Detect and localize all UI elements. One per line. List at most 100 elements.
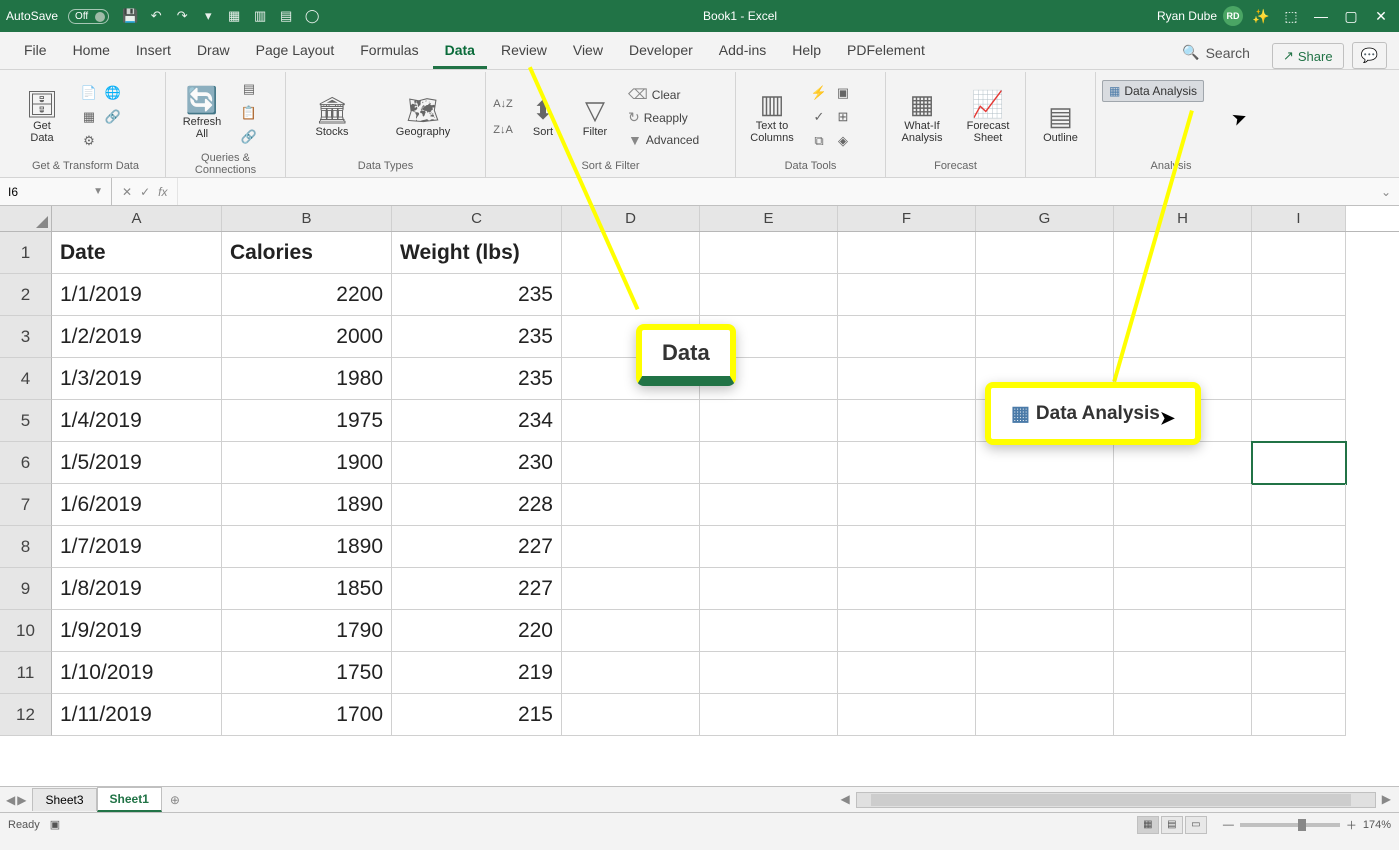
cell[interactable]: 1/7/2019 [52,526,222,568]
cell[interactable] [562,568,700,610]
cell[interactable] [1252,568,1346,610]
cell[interactable] [1114,484,1252,526]
ribbon-display-icon[interactable]: ⬚ [1279,4,1303,28]
cell[interactable] [1252,274,1346,316]
view-page-break-icon[interactable]: ▭ [1185,816,1207,834]
column-header[interactable]: E [700,206,838,231]
forecast-sheet-button[interactable]: 📈Forecast Sheet [958,78,1018,156]
tab-addins[interactable]: Add-ins [707,34,778,69]
cell[interactable] [700,610,838,652]
cell[interactable]: 1890 [222,484,392,526]
cell[interactable]: 234 [392,400,562,442]
cell[interactable] [976,316,1114,358]
cell[interactable] [1114,652,1252,694]
cell[interactable] [562,694,700,736]
cell[interactable] [1114,526,1252,568]
cell[interactable] [1114,610,1252,652]
view-page-layout-icon[interactable]: ▤ [1161,816,1183,834]
enter-icon[interactable]: ✓ [140,185,150,199]
cell[interactable]: 1/2/2019 [52,316,222,358]
expand-formula-icon[interactable]: ⌄ [1373,185,1399,199]
cell[interactable] [976,526,1114,568]
cell[interactable] [1252,358,1346,400]
row-header[interactable]: 6 [0,442,52,484]
cell[interactable]: 228 [392,484,562,526]
cell[interactable] [700,694,838,736]
cell[interactable]: 235 [392,358,562,400]
cell[interactable] [1252,316,1346,358]
relationships-icon[interactable]: ⧉ [808,130,830,152]
row-header[interactable]: 10 [0,610,52,652]
fx-icon[interactable]: fx [158,185,167,199]
cell[interactable]: 1890 [222,526,392,568]
cell[interactable] [1252,232,1346,274]
properties-icon[interactable]: 📋 [238,102,260,124]
cell[interactable] [562,400,700,442]
flash-fill-icon[interactable]: ⚡ [808,82,830,104]
add-sheet-button[interactable]: ⊕ [170,793,180,807]
cell[interactable]: 219 [392,652,562,694]
formula-input[interactable] [177,178,1372,205]
cell[interactable] [976,652,1114,694]
sheet-tab-sheet3[interactable]: Sheet3 [32,788,96,811]
row-header[interactable]: 8 [0,526,52,568]
cell[interactable] [838,568,976,610]
cell[interactable]: 235 [392,316,562,358]
close-icon[interactable]: ✕ [1369,4,1393,28]
cell[interactable] [562,442,700,484]
cell[interactable] [838,652,976,694]
edit-links-icon[interactable]: 🔗 [238,126,260,148]
clear-button[interactable]: ⌫Clear [624,84,703,105]
cell[interactable] [700,232,838,274]
column-header[interactable]: C [392,206,562,231]
cell[interactable] [562,526,700,568]
row-header[interactable]: 7 [0,484,52,526]
cell[interactable] [838,316,976,358]
cell[interactable] [562,232,700,274]
cell[interactable] [700,442,838,484]
comments-button[interactable]: 💬 [1352,42,1387,69]
advanced-button[interactable]: ▼Advanced [624,130,703,150]
qat-icon-5[interactable]: ◯ [301,5,323,27]
qat-icon-4[interactable]: ▤ [275,5,297,27]
cell[interactable] [1114,694,1252,736]
cell[interactable] [1252,652,1346,694]
user-avatar[interactable]: RD [1223,6,1243,26]
cell[interactable]: 1/8/2019 [52,568,222,610]
row-header[interactable]: 2 [0,274,52,316]
sheet-tab-sheet1[interactable]: Sheet1 [97,787,162,812]
cell[interactable] [700,652,838,694]
cell[interactable] [562,484,700,526]
cell[interactable]: Weight (lbs) [392,232,562,274]
outline-button[interactable]: ▤Outline [1032,84,1089,162]
column-header[interactable]: A [52,206,222,231]
view-normal-icon[interactable]: ▦ [1137,816,1159,834]
get-data-button[interactable]: 🗄Get Data [12,78,72,156]
search-box[interactable]: 🔍 Search [1170,36,1262,69]
cell[interactable]: 2000 [222,316,392,358]
cell[interactable] [838,484,976,526]
stocks-button[interactable]: 🏛Stocks [292,78,372,156]
zoom-out-button[interactable]: — [1223,819,1234,831]
refresh-all-button[interactable]: 🔄Refresh All [172,74,232,152]
select-all-corner[interactable] [0,206,52,231]
row-header[interactable]: 5 [0,400,52,442]
cell[interactable] [1114,232,1252,274]
redo-icon[interactable]: ↷ [171,5,193,27]
cell[interactable] [1114,568,1252,610]
cell[interactable] [700,568,838,610]
cell[interactable] [976,568,1114,610]
tab-help[interactable]: Help [780,34,833,69]
cell[interactable] [976,442,1114,484]
macro-record-icon[interactable]: ▣ [50,818,60,831]
cell[interactable]: 227 [392,526,562,568]
cell[interactable] [562,610,700,652]
sort-button[interactable]: ⬍Sort [520,78,566,156]
sheet-prev-icon[interactable]: ◀ [6,793,15,807]
save-icon[interactable]: 💾 [119,5,141,27]
coming-soon-icon[interactable]: ✨ [1249,4,1273,28]
column-header[interactable]: D [562,206,700,231]
cell[interactable]: 1/4/2019 [52,400,222,442]
tab-view[interactable]: View [561,34,615,69]
cell[interactable] [1114,442,1252,484]
